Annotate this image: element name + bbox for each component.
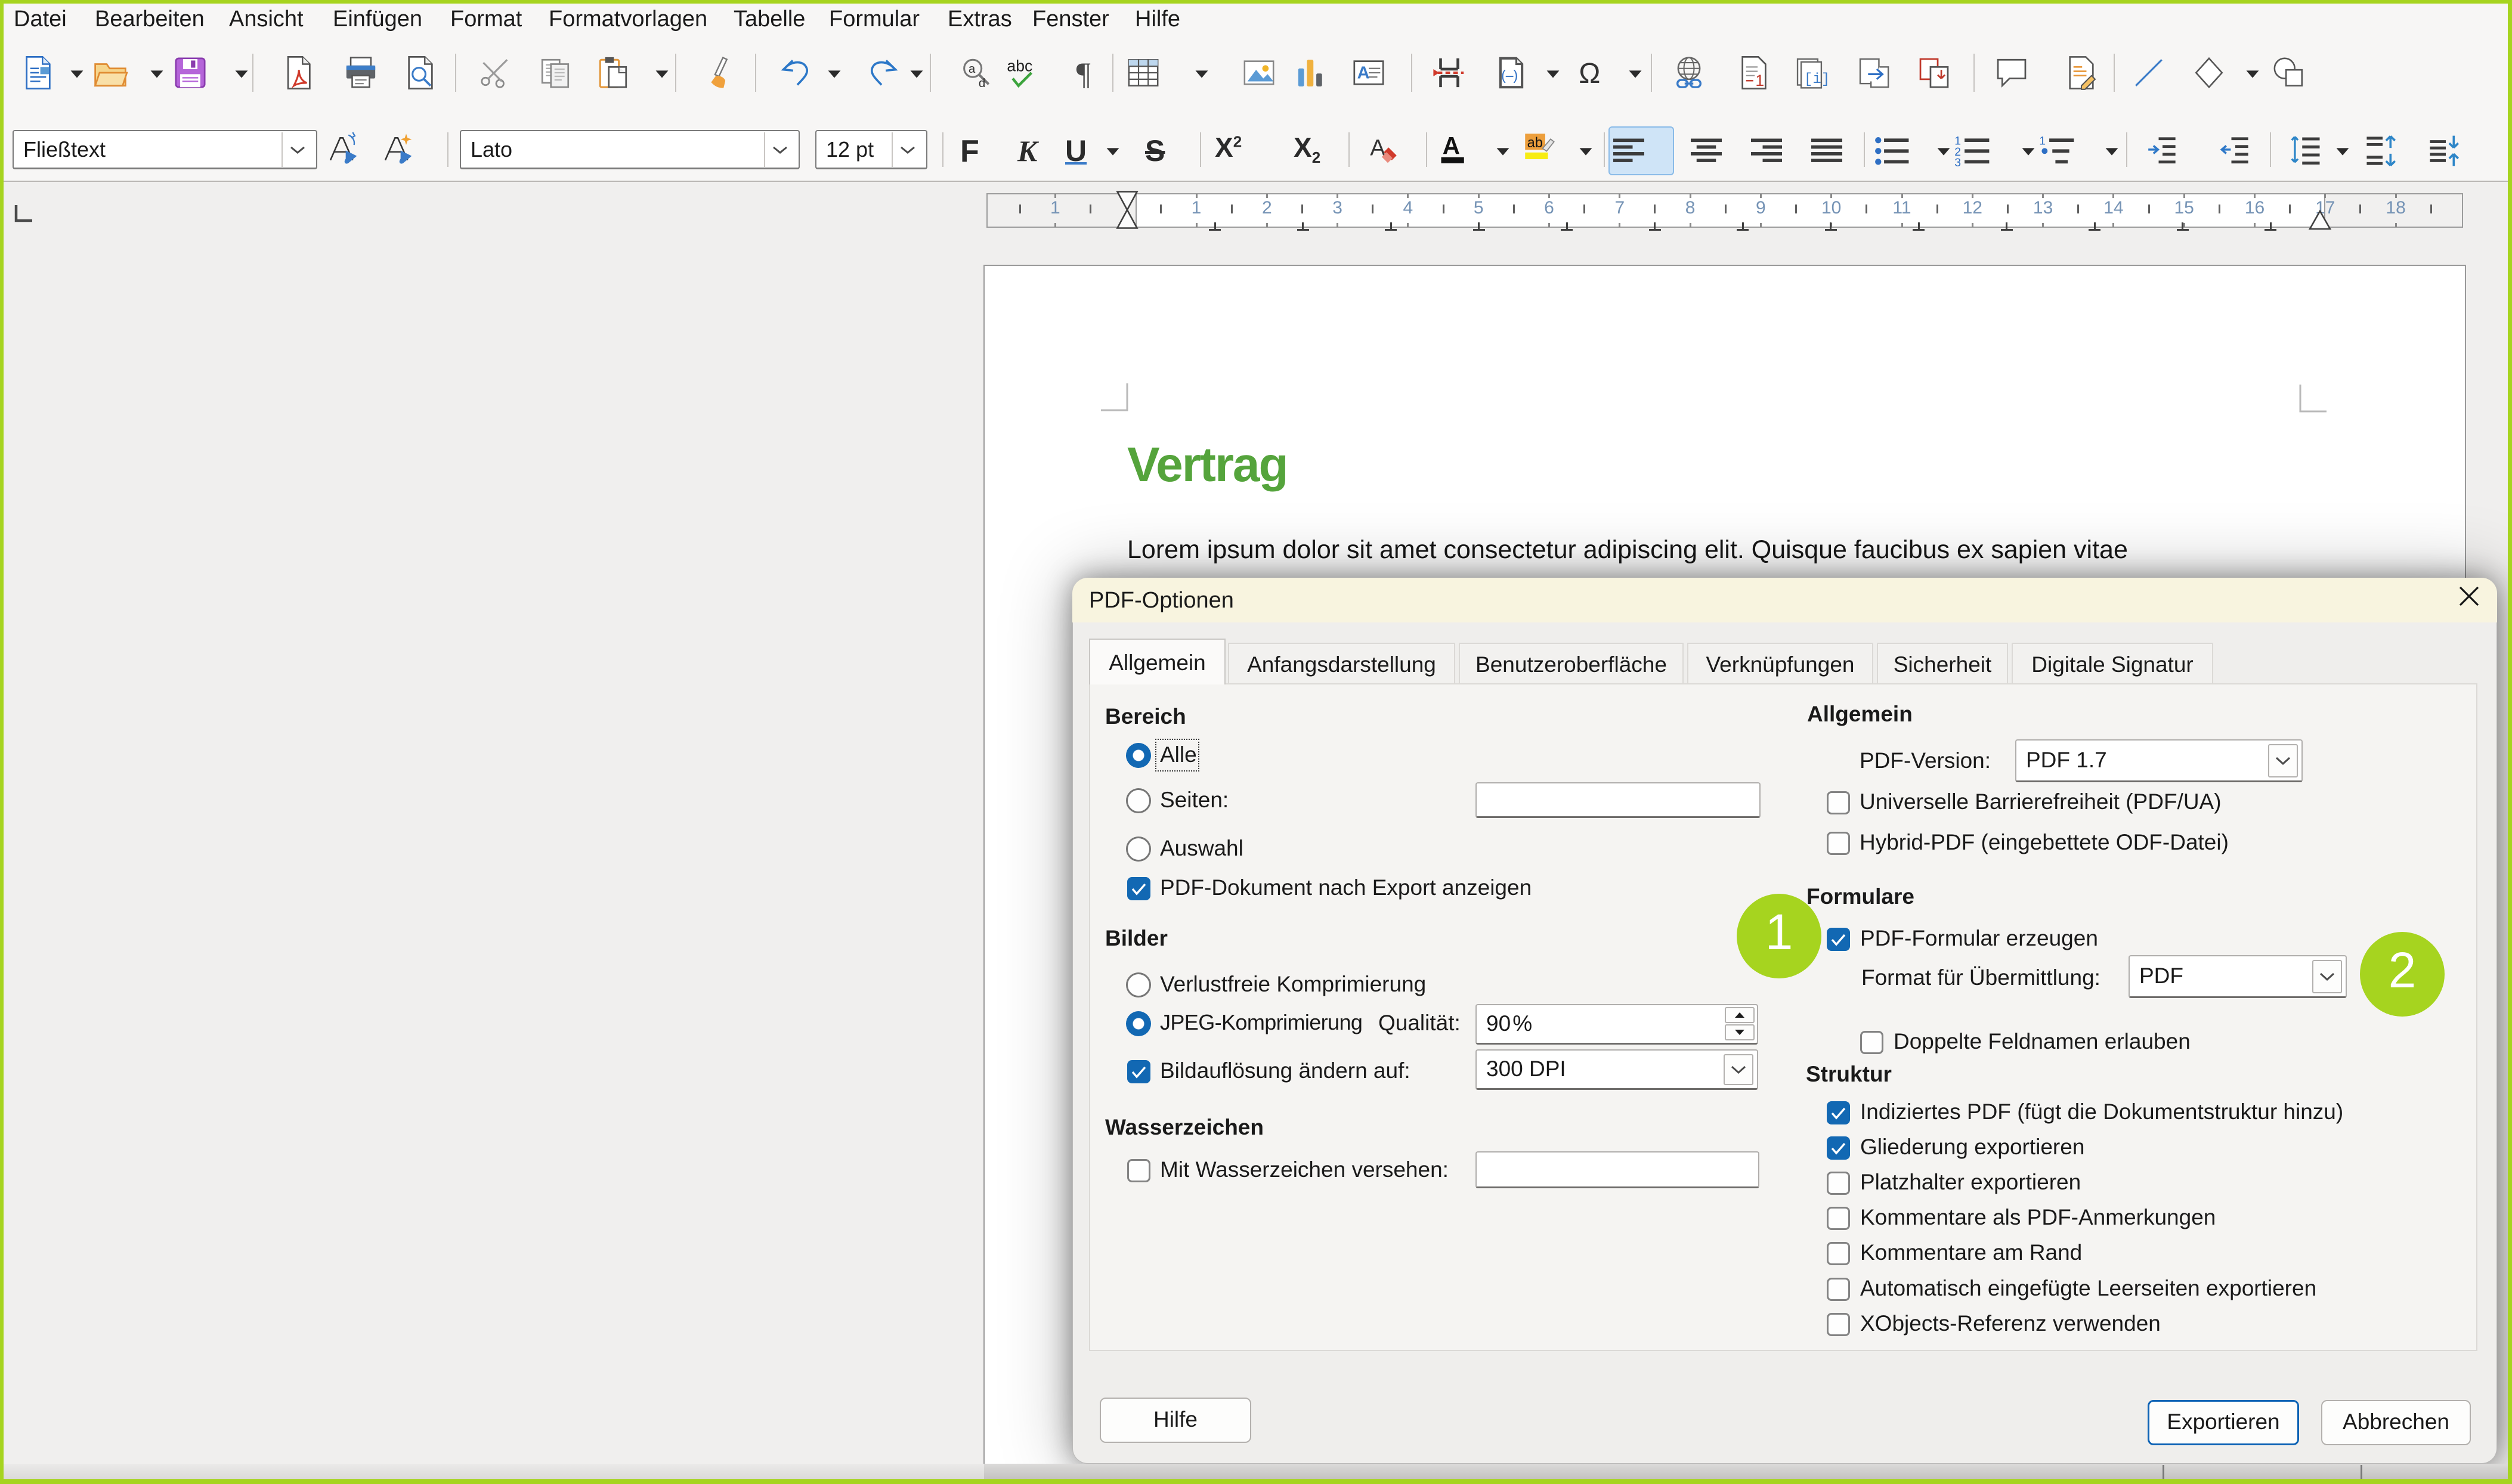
svg-text:d: d (979, 76, 985, 90)
svg-text:abc: abc (1007, 57, 1032, 75)
svg-text:ab: ab (1527, 135, 1543, 151)
svg-text:Ω: Ω (1579, 57, 1600, 89)
svg-text:a: a (969, 62, 976, 76)
svg-text:(–): (–) (1501, 67, 1518, 83)
svg-text:[i]: [i] (1804, 72, 1830, 88)
svg-text:A: A (1443, 132, 1460, 159)
svg-text:3: 3 (1954, 156, 1961, 169)
svg-text:¶: ¶ (1076, 57, 1091, 91)
svg-text:A: A (1357, 64, 1370, 83)
svg-text:1: 1 (2039, 135, 2046, 148)
svg-text:1: 1 (1755, 72, 1764, 89)
